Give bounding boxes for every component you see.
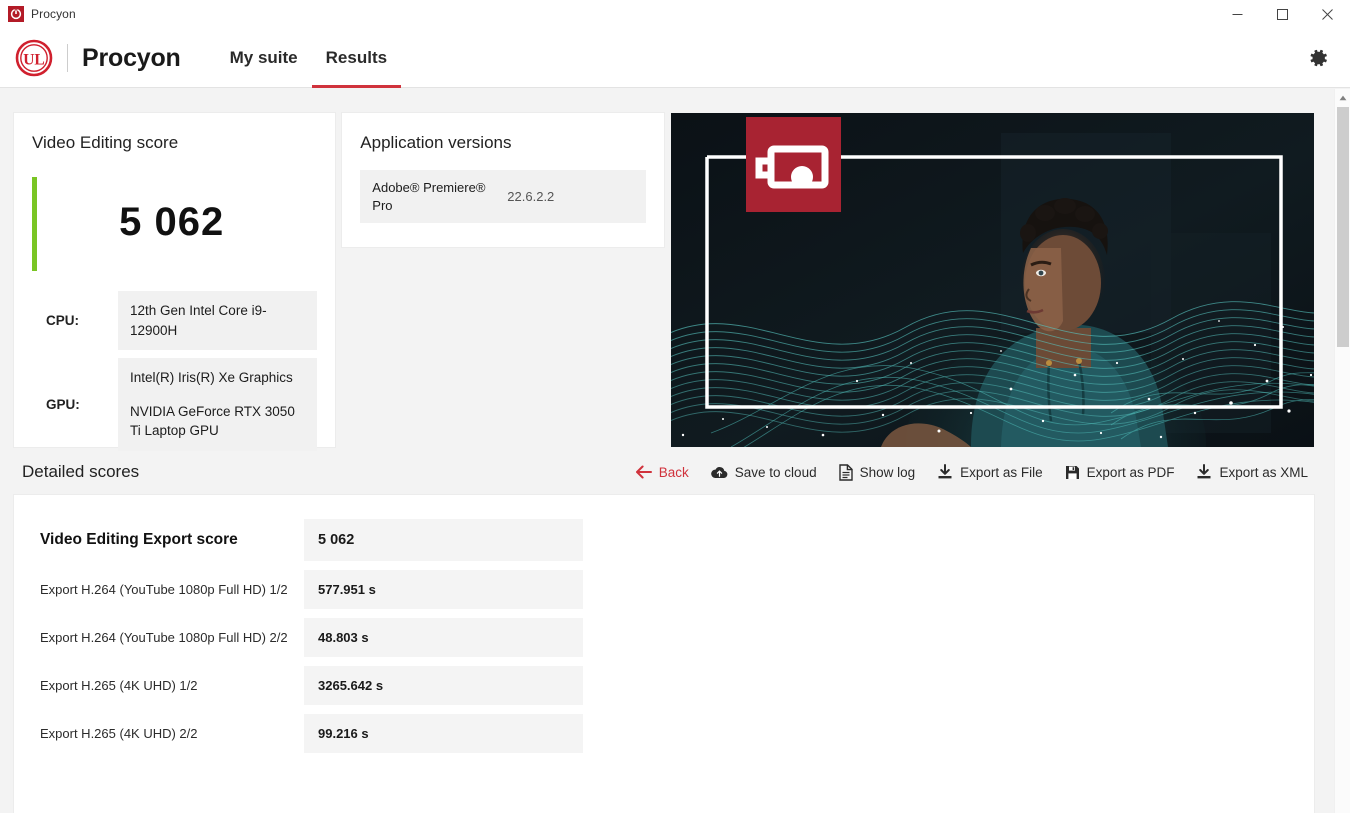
tab-results-label: Results — [326, 48, 387, 68]
procyon-window: Procyon UL Procyon My suite Resu — [0, 0, 1350, 813]
table-row: Export H.264 (YouTube 1080p Full HD) 2/2… — [14, 618, 1314, 657]
document-icon — [839, 464, 853, 481]
cpu-label: CPU: — [32, 313, 118, 328]
app-name: Adobe® Premiere® Pro — [372, 179, 507, 214]
detailed-scores-header: Detailed scores Back — [0, 454, 1334, 490]
tab-my-suite-label: My suite — [230, 48, 298, 68]
export-as-file-label: Export as File — [960, 465, 1043, 480]
export-as-xml-label: Export as XML — [1219, 465, 1308, 480]
export-as-pdf-button[interactable]: Export as PDF — [1065, 465, 1175, 480]
spec-row-cpu: CPU: 12th Gen Intel Core i9-12900H — [32, 291, 317, 350]
maximize-button[interactable] — [1260, 0, 1305, 29]
detail-value: 577.951 s — [304, 570, 583, 609]
back-button-label: Back — [659, 465, 689, 480]
save-to-cloud-label: Save to cloud — [735, 465, 817, 480]
table-row: Export H.265 (4K UHD) 1/2 3265.642 s — [14, 666, 1314, 705]
score-card-title: Video Editing score — [32, 133, 317, 153]
detail-value: 3265.642 s — [304, 666, 583, 705]
vertical-scrollbar[interactable] — [1334, 89, 1350, 813]
detail-value: 5 062 — [304, 519, 583, 561]
export-as-file-button[interactable]: Export as File — [937, 464, 1043, 480]
gpu-name-2: NVIDIA GeForce RTX 3050 Ti Laptop GPU — [130, 402, 305, 441]
arrow-left-icon — [636, 465, 652, 479]
detail-label: Video Editing Export score — [14, 531, 304, 549]
app-version: 22.6.2.2 — [507, 189, 554, 204]
window-title: Procyon — [31, 7, 76, 21]
detailed-scores-title: Detailed scores — [22, 462, 139, 482]
back-button[interactable]: Back — [636, 465, 689, 480]
svg-text:UL: UL — [23, 52, 45, 69]
show-log-button[interactable]: Show log — [839, 464, 916, 481]
detail-label: Export H.265 (4K UHD) 2/2 — [14, 726, 304, 741]
spec-row-gpu: GPU: Intel(R) Iris(R) Xe Graphics NVIDIA… — [32, 358, 317, 451]
scrollbar-thumb[interactable] — [1337, 107, 1349, 347]
export-as-pdf-label: Export as PDF — [1087, 465, 1175, 480]
app-version-row: Adobe® Premiere® Pro 22.6.2.2 — [360, 170, 645, 223]
benchmark-hero-image — [671, 113, 1314, 447]
save-to-cloud-button[interactable]: Save to cloud — [711, 465, 817, 480]
summary-row: Video Editing score 5 062 CPU: 12th Gen … — [14, 113, 1314, 447]
gpu-label: GPU: — [32, 397, 118, 412]
cpu-name: 12th Gen Intel Core i9-12900H — [130, 301, 305, 340]
scroll-up-icon[interactable] — [1335, 89, 1350, 106]
detail-label: Export H.265 (4K UHD) 1/2 — [14, 678, 304, 693]
tab-my-suite[interactable]: My suite — [216, 29, 312, 88]
app-header: UL Procyon My suite Results — [0, 29, 1350, 88]
title-bar: Procyon — [0, 0, 1350, 29]
detail-value: 48.803 s — [304, 618, 583, 657]
detail-label: Export H.264 (YouTube 1080p Full HD) 2/2 — [14, 630, 304, 645]
ul-logo: UL — [12, 36, 56, 80]
export-as-xml-button[interactable]: Export as XML — [1196, 464, 1308, 480]
download-icon — [1196, 464, 1212, 480]
table-row: Export H.265 (4K UHD) 2/2 99.216 s — [14, 714, 1314, 753]
floppy-disk-icon — [1065, 465, 1080, 480]
main-nav: My suite Results — [216, 29, 401, 88]
results-toolbar: Back Save to cloud — [636, 464, 1308, 481]
detail-value: 99.216 s — [304, 714, 583, 753]
gear-icon[interactable] — [1298, 38, 1338, 78]
cloud-icon — [711, 466, 728, 479]
cpu-value: 12th Gen Intel Core i9-12900H — [118, 291, 317, 350]
table-row: Video Editing Export score 5 062 — [14, 519, 1314, 561]
score-accent-bar — [32, 177, 37, 271]
score-value: 5 062 — [32, 175, 317, 269]
detail-label: Export H.264 (YouTube 1080p Full HD) 1/2 — [14, 582, 304, 597]
video-editing-score-card: Video Editing score 5 062 CPU: 12th Gen … — [14, 113, 335, 447]
detailed-scores-card: Video Editing Export score 5 062 Export … — [14, 495, 1314, 813]
close-button[interactable] — [1305, 0, 1350, 29]
download-icon — [937, 464, 953, 480]
show-log-label: Show log — [860, 465, 916, 480]
application-versions-card: Application versions Adobe® Premiere® Pr… — [342, 113, 663, 247]
content-area: Video Editing score 5 062 CPU: 12th Gen … — [0, 89, 1334, 813]
apps-card-title: Application versions — [360, 133, 645, 153]
tab-results[interactable]: Results — [312, 29, 401, 88]
score-display: 5 062 — [32, 175, 317, 291]
gpu-value: Intel(R) Iris(R) Xe Graphics NVIDIA GeFo… — [118, 358, 317, 451]
logo-divider — [67, 44, 68, 72]
minimize-button[interactable] — [1215, 0, 1260, 29]
brand-title: Procyon — [82, 44, 181, 73]
table-row: Export H.264 (YouTube 1080p Full HD) 1/2… — [14, 570, 1314, 609]
power-icon — [8, 6, 24, 22]
gpu-name-1: Intel(R) Iris(R) Xe Graphics — [130, 368, 305, 388]
